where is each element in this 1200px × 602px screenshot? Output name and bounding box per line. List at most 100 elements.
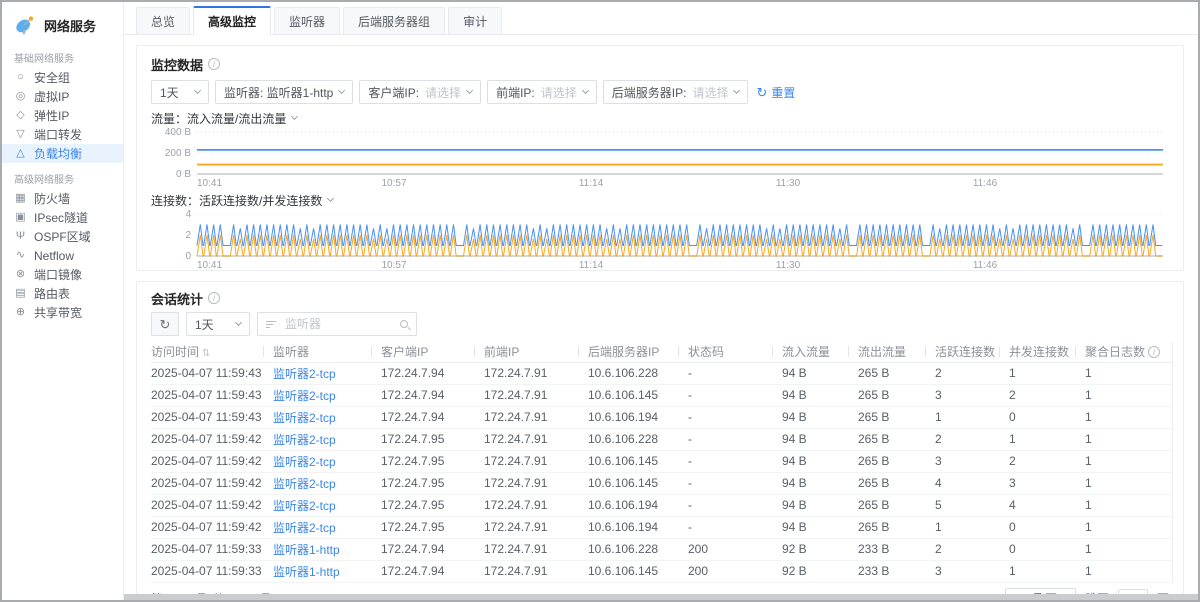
search-icon[interactable] — [400, 320, 408, 328]
listener-link[interactable]: 监听器2-tcp — [263, 428, 371, 450]
listener-link[interactable]: 监听器2-tcp — [263, 362, 371, 384]
main-area: 总览高级监控监听器后端服务器组审计 监控数据 i 1天监听器: 监听器1-htt… — [124, 2, 1198, 600]
tab-listeners[interactable]: 监听器 — [274, 7, 340, 34]
filter-frontend-ip-placeholder: 请选择 — [541, 84, 577, 101]
svg-text:200 B: 200 B — [165, 148, 191, 159]
listener-link[interactable]: 监听器2-tcp — [263, 516, 371, 538]
sessions-table: 访问时间⇅监听器客户端IP前端IP后端服务器IP状态码流入流量流出流量活跃连接数… — [151, 342, 1173, 583]
traffic-chart: 400 B200 B0 B10:4110:5711:1411:3011:46 — [151, 128, 1171, 190]
filter-backend-ip[interactable]: 后端服务器IP:请选择 — [603, 80, 749, 104]
sidebar-item-firewall[interactable]: ▦防火墙 — [2, 189, 123, 208]
listener-link[interactable]: 监听器2-tcp — [263, 384, 371, 406]
tab-backend-server-groups[interactable]: 后端服务器组 — [343, 7, 445, 34]
sidebar-item-security-group[interactable]: ○安全组 — [2, 68, 123, 87]
sidebar-item-label: 负载均衡 — [34, 145, 82, 162]
chevron-down-icon — [327, 195, 334, 202]
sessions-title: 会话统计 — [151, 289, 203, 308]
filter-client-ip[interactable]: 客户端IP:请选择 — [359, 80, 481, 104]
sidebar-item-label: Netflow — [34, 249, 74, 263]
listener-link[interactable]: 监听器1-http — [263, 560, 371, 582]
cell: 94 B — [772, 450, 848, 472]
ipsec-tunnel-icon: ▣ — [14, 212, 27, 223]
reset-button[interactable]: ↻重置 — [754, 84, 797, 101]
table-row: 2025-04-07 11:59:43监听器2-tcp172.24.7.9417… — [151, 406, 1172, 428]
listener-link[interactable]: 监听器1-http — [263, 538, 371, 560]
sidebar-item-virtual-ip[interactable]: ◎虚拟IP — [2, 87, 123, 106]
column-header-5[interactable]: 状态码 — [678, 342, 772, 362]
cell: 172.24.7.91 — [474, 538, 578, 560]
sidebar-item-ospf-area[interactable]: ΨOSPF区域 — [2, 227, 123, 246]
cell: 172.24.7.91 — [474, 472, 578, 494]
cell: 265 B — [848, 472, 925, 494]
tab-advanced-monitoring[interactable]: 高级监控 — [193, 6, 271, 35]
cell: 172.24.7.91 — [474, 516, 578, 538]
cell: 2025-04-07 11:59:42 — [151, 472, 263, 494]
tab-overview[interactable]: 总览 — [136, 7, 190, 34]
traffic-metric-selector[interactable]: 流量：流入流量/流出流量 — [151, 110, 1169, 126]
chevron-down-icon — [733, 87, 740, 94]
sidebar-item-port-forwarding[interactable]: ▽端口转发 — [2, 125, 123, 144]
column-header-9[interactable]: 并发连接数 — [999, 342, 1075, 362]
sidebar-item-route-table[interactable]: ▤路由表 — [2, 284, 123, 303]
cell: 172.24.7.91 — [474, 362, 578, 384]
cell: 172.24.7.94 — [371, 384, 474, 406]
column-header-7[interactable]: 流出流量 — [848, 342, 925, 362]
tab-bar: 总览高级监控监听器后端服务器组审计 — [124, 2, 1198, 35]
sidebar-item-shared-bandwidth[interactable]: ⊕共享带宽 — [2, 303, 123, 322]
cell: - — [678, 472, 772, 494]
table-row: 2025-04-07 11:59:42监听器2-tcp172.24.7.9517… — [151, 494, 1172, 516]
cell: 1 — [999, 428, 1075, 450]
column-header-0[interactable]: 访问时间⇅ — [151, 342, 263, 362]
cell: 1 — [1075, 538, 1172, 560]
sidebar: 网络服务 基础网络服务○安全组◎虚拟IP◇弹性IP▽端口转发△负载均衡高级网络服… — [2, 2, 124, 600]
search-input[interactable] — [283, 316, 393, 332]
refresh-button[interactable]: ↻ — [151, 312, 179, 336]
sort-icon[interactable]: ⇅ — [202, 348, 210, 359]
cell: 10.6.106.194 — [578, 406, 678, 428]
sidebar-item-netflow[interactable]: ∿Netflow — [2, 246, 123, 265]
cell: 233 B — [848, 560, 925, 582]
listener-link[interactable]: 监听器2-tcp — [263, 494, 371, 516]
filter-client-ip-value: 客户端IP: — [368, 84, 419, 101]
sessions-period-select[interactable]: 1天 — [186, 312, 250, 336]
cell: 1 — [1075, 450, 1172, 472]
cell: 10.6.106.145 — [578, 450, 678, 472]
svg-text:0 B: 0 B — [176, 169, 191, 180]
cell: 265 B — [848, 406, 925, 428]
table-header-row: 访问时间⇅监听器客户端IP前端IP后端服务器IP状态码流入流量流出流量活跃连接数… — [151, 342, 1172, 362]
sidebar-item-ipsec-tunnel[interactable]: ▣ IPsec隧道 — [2, 208, 123, 227]
column-header-1[interactable]: 监听器 — [263, 342, 371, 362]
column-header-3[interactable]: 前端IP — [474, 342, 578, 362]
column-header-10[interactable]: 聚合日志数i — [1075, 342, 1172, 362]
cell: 1 — [1075, 516, 1172, 538]
cell: 172.24.7.94 — [371, 362, 474, 384]
info-icon: i — [208, 292, 220, 304]
column-header-8[interactable]: 活跃连接数 — [925, 342, 999, 362]
cell: 10.6.106.194 — [578, 516, 678, 538]
filter-period[interactable]: 1天 — [151, 80, 209, 104]
filter-listener[interactable]: 监听器: 监听器1-http — [215, 80, 353, 104]
svg-text:10:41: 10:41 — [197, 178, 222, 189]
horizontal-scrollbar[interactable] — [124, 594, 1198, 600]
listener-link[interactable]: 监听器2-tcp — [263, 472, 371, 494]
sidebar-item-load-balancer[interactable]: △负载均衡 — [2, 144, 123, 163]
filter-frontend-ip[interactable]: 前端IP:请选择 — [487, 80, 597, 104]
table-row: 2025-04-07 11:59:43监听器2-tcp172.24.7.9417… — [151, 362, 1172, 384]
cell: 2 — [925, 538, 999, 560]
connections-metric-selector[interactable]: 连接数：活跃连接数/并发连接数 — [151, 192, 1169, 208]
tab-audit[interactable]: 审计 — [448, 7, 502, 34]
sidebar-item-label: IPsec隧道 — [34, 209, 88, 226]
cell: 2025-04-07 11:59:33 — [151, 538, 263, 560]
table-row: 2025-04-07 11:59:42监听器2-tcp172.24.7.9517… — [151, 516, 1172, 538]
listener-link[interactable]: 监听器2-tcp — [263, 406, 371, 428]
listener-link[interactable]: 监听器2-tcp — [263, 450, 371, 472]
sidebar-item-elastic-ip[interactable]: ◇弹性IP — [2, 106, 123, 125]
column-header-4[interactable]: 后端服务器IP — [578, 342, 678, 362]
sidebar-item-label: 路由表 — [34, 285, 70, 302]
sidebar-item-port-mirroring[interactable]: ⊗端口镜像 — [2, 265, 123, 284]
cell: 2 — [925, 362, 999, 384]
column-header-2[interactable]: 客户端IP — [371, 342, 474, 362]
cell: - — [678, 494, 772, 516]
cell: 172.24.7.91 — [474, 428, 578, 450]
column-header-6[interactable]: 流入流量 — [772, 342, 848, 362]
